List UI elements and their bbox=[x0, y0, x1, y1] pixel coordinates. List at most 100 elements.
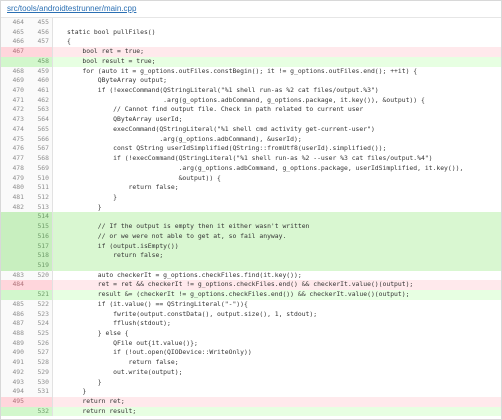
new-line-number[interactable] bbox=[27, 280, 53, 291]
code-text: } bbox=[67, 377, 102, 386]
new-line-number[interactable] bbox=[27, 397, 53, 407]
old-line-number[interactable] bbox=[1, 260, 27, 271]
old-line-number[interactable]: 485 bbox=[1, 299, 27, 310]
code-text: } bbox=[67, 192, 118, 201]
new-line-number[interactable]: 527 bbox=[27, 348, 53, 359]
diff-line: 485 522 if (it.value() == QStringLiteral(… bbox=[1, 299, 501, 310]
code-text: &output)) { bbox=[67, 173, 221, 182]
file-path-header: src/tools/androidtestrunner/main.cpp bbox=[1, 1, 501, 18]
new-line-number[interactable]: 462 bbox=[27, 95, 53, 106]
old-line-number[interactable]: 472 bbox=[1, 105, 27, 116]
diff-line: 493 530 } bbox=[1, 377, 501, 388]
new-line-number[interactable]: 524 bbox=[27, 319, 53, 329]
old-line-number[interactable] bbox=[1, 212, 27, 223]
old-line-number[interactable] bbox=[1, 56, 27, 67]
code-text: if (output.isEmpty()) bbox=[67, 241, 179, 250]
new-line-number[interactable]: 522 bbox=[27, 299, 53, 310]
new-line-number[interactable]: 532 bbox=[27, 406, 53, 417]
old-line-number[interactable]: 494 bbox=[1, 387, 27, 398]
old-line-number[interactable] bbox=[1, 290, 27, 300]
new-line-number[interactable]: 459 bbox=[27, 66, 53, 77]
new-line-number[interactable]: 517 bbox=[27, 241, 53, 252]
old-line-number[interactable]: 480 bbox=[1, 183, 27, 193]
new-line-number[interactable]: 458 bbox=[27, 56, 53, 67]
old-line-number[interactable] bbox=[1, 251, 27, 261]
new-line-number[interactable]: 528 bbox=[27, 358, 53, 368]
old-line-number[interactable]: 474 bbox=[1, 124, 27, 135]
old-line-number[interactable]: 486 bbox=[1, 309, 27, 320]
old-line-number[interactable] bbox=[1, 222, 27, 232]
new-line-number[interactable]: 530 bbox=[27, 377, 53, 388]
old-line-number[interactable]: 491 bbox=[1, 358, 27, 368]
old-line-number[interactable]: 476 bbox=[1, 144, 27, 155]
new-line-number[interactable]: 569 bbox=[27, 163, 53, 174]
new-line-number[interactable]: 521 bbox=[27, 290, 53, 300]
old-line-number[interactable]: 481 bbox=[1, 192, 27, 203]
old-line-number[interactable]: 478 bbox=[1, 163, 27, 174]
new-line-number[interactable]: 566 bbox=[27, 134, 53, 145]
new-line-number[interactable]: 519 bbox=[27, 260, 53, 271]
new-line-number[interactable]: 515 bbox=[27, 222, 53, 232]
new-line-number[interactable]: 455 bbox=[27, 18, 53, 28]
new-line-number[interactable]: 523 bbox=[27, 309, 53, 320]
old-line-number[interactable]: 469 bbox=[1, 76, 27, 87]
old-line-number[interactable] bbox=[1, 241, 27, 252]
new-line-number[interactable]: 520 bbox=[27, 270, 53, 281]
new-line-number[interactable]: 461 bbox=[27, 86, 53, 96]
new-line-number[interactable]: 460 bbox=[27, 76, 53, 87]
new-line-number[interactable]: 456 bbox=[27, 27, 53, 38]
old-line-number[interactable]: 492 bbox=[1, 367, 27, 378]
new-line-number[interactable]: 531 bbox=[27, 387, 53, 398]
new-line-number[interactable]: 511 bbox=[27, 183, 53, 193]
diff-line: 468 459 for (auto it = g_options.outFiles… bbox=[1, 66, 501, 77]
new-line-number[interactable]: 564 bbox=[27, 115, 53, 125]
old-line-number[interactable]: 495 bbox=[1, 397, 27, 407]
new-line-number[interactable]: 513 bbox=[27, 202, 53, 213]
new-line-number[interactable]: 525 bbox=[27, 329, 53, 339]
new-line-number[interactable]: 529 bbox=[27, 367, 53, 378]
new-line-number[interactable]: 514 bbox=[27, 212, 53, 223]
new-line-number[interactable]: 518 bbox=[27, 251, 53, 261]
old-line-number[interactable] bbox=[1, 406, 27, 417]
new-line-number[interactable]: 567 bbox=[27, 144, 53, 155]
new-line-number[interactable]: 563 bbox=[27, 105, 53, 116]
old-line-number[interactable]: 470 bbox=[1, 86, 27, 96]
new-line-number[interactable]: 457 bbox=[27, 37, 53, 48]
old-line-number[interactable]: 465 bbox=[1, 27, 27, 38]
old-line-number[interactable]: 479 bbox=[1, 173, 27, 184]
diff-line: 476 567 const QString userIdSimplified(QS… bbox=[1, 144, 501, 155]
old-line-number[interactable]: 475 bbox=[1, 134, 27, 145]
new-line-number[interactable]: 512 bbox=[27, 192, 53, 203]
old-line-number[interactable]: 466 bbox=[1, 37, 27, 48]
old-line-number[interactable]: 482 bbox=[1, 202, 27, 213]
new-line-number[interactable]: 526 bbox=[27, 338, 53, 349]
diff-line: 483 520 auto checkerIt = g_options.checkF… bbox=[1, 270, 501, 281]
diff-line: 521 result &= (checkerIt != g_options.ch… bbox=[1, 290, 501, 300]
old-line-number[interactable]: 477 bbox=[1, 154, 27, 164]
old-line-number[interactable] bbox=[1, 231, 27, 242]
code-text: // or we were not able to get at, so fai… bbox=[67, 231, 287, 240]
old-line-number[interactable]: 471 bbox=[1, 95, 27, 106]
code-text: execCommand(QStringLiteral("%1 shell cmd… bbox=[67, 124, 375, 133]
old-line-number[interactable]: 487 bbox=[1, 319, 27, 329]
diff-line: 491 528 return false; bbox=[1, 358, 501, 368]
old-line-number[interactable]: 488 bbox=[1, 329, 27, 339]
new-line-number[interactable]: 516 bbox=[27, 231, 53, 242]
old-line-number[interactable]: 493 bbox=[1, 377, 27, 388]
old-line-number[interactable]: 473 bbox=[1, 115, 27, 125]
old-line-number[interactable]: 484 bbox=[1, 280, 27, 291]
old-line-number[interactable]: 489 bbox=[1, 338, 27, 349]
new-line-number[interactable]: 510 bbox=[27, 173, 53, 184]
new-line-number[interactable]: 565 bbox=[27, 124, 53, 135]
old-line-number[interactable]: 490 bbox=[1, 348, 27, 359]
diff-line: 519 bbox=[1, 260, 501, 271]
new-line-number[interactable]: 568 bbox=[27, 154, 53, 164]
code-text: for (auto it = g_options.outFiles.constB… bbox=[67, 66, 418, 75]
file-path-link[interactable]: src/tools/androidtestrunner/main.cpp bbox=[7, 4, 136, 13]
old-line-number[interactable]: 467 bbox=[1, 47, 27, 57]
old-line-number[interactable]: 468 bbox=[1, 66, 27, 77]
old-line-number[interactable]: 464 bbox=[1, 18, 27, 28]
new-line-number[interactable] bbox=[27, 47, 53, 57]
old-line-number[interactable]: 483 bbox=[1, 270, 27, 281]
